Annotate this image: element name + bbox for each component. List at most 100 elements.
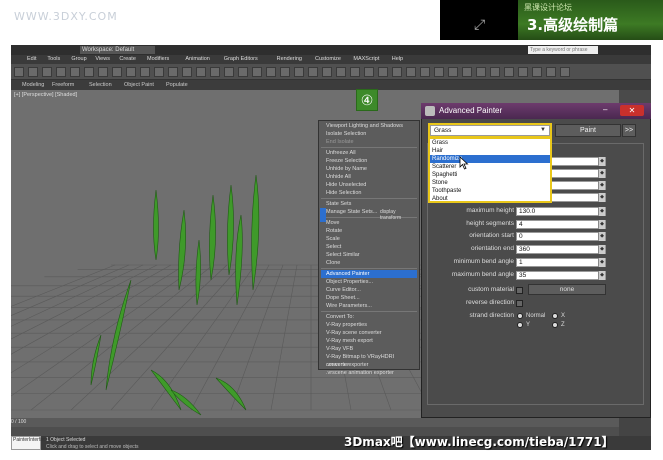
ribbon-tab-object-paint[interactable]: Object Paint	[124, 81, 154, 89]
toolbar-icon[interactable]	[420, 67, 430, 77]
toolbar-icon[interactable]	[434, 67, 444, 77]
spinner-arrows-icon[interactable]: ◆	[598, 270, 605, 280]
toolbar-icon[interactable]	[224, 67, 234, 77]
quad-item-advanced-painter[interactable]: Advanced Painter	[321, 270, 417, 278]
reverse-direction-checkbox[interactable]	[516, 300, 523, 307]
spinner-arrows-icon[interactable]: ◆	[598, 245, 605, 255]
toolbar-icon[interactable]	[392, 67, 402, 77]
toolbar-icon[interactable]	[406, 67, 416, 77]
quad-item-unhide-by-name[interactable]: Unhide by Name	[321, 165, 417, 173]
quad-item-object-properties[interactable]: Object Properties...	[321, 278, 417, 286]
menu-group[interactable]: Group	[71, 55, 86, 64]
spinner-arrows-icon[interactable]: ◆	[598, 219, 605, 229]
search-input[interactable]: Type a keyword or phrase	[528, 46, 598, 54]
quad-item-dope-sheet[interactable]: Dope Sheet...	[321, 294, 417, 302]
toolbar-icon[interactable]	[126, 67, 136, 77]
param-spinner[interactable]: 0	[516, 232, 606, 242]
param-spinner[interactable]: 4	[516, 219, 606, 229]
spinner-arrows-icon[interactable]: ◆	[598, 257, 605, 267]
toolbar-icon[interactable]	[448, 67, 458, 77]
radio-z[interactable]	[552, 322, 558, 328]
quad-item-v-ray-vfb[interactable]: V-Ray VFB	[321, 345, 417, 353]
toolbar-icon[interactable]	[476, 67, 486, 77]
menu-edit[interactable]: Edit	[27, 55, 36, 64]
toolbar-icon[interactable]	[252, 67, 262, 77]
menu-modifiers[interactable]: Modifiers	[147, 55, 169, 64]
quad-item-unhide-all[interactable]: Unhide All	[321, 173, 417, 181]
menu-views[interactable]: Views	[95, 55, 110, 64]
quad-item-scale[interactable]: Scale	[321, 235, 417, 243]
menu-graph-editors[interactable]: Graph Editors	[224, 55, 258, 64]
custom-material-checkbox[interactable]	[516, 287, 523, 294]
quad-item-viewport-lighting-and-shadows[interactable]: Viewport Lighting and Shadows	[321, 122, 417, 130]
toolbar-icon[interactable]	[336, 67, 346, 77]
quad-item-v-ray-mesh-export[interactable]: V-Ray mesh export	[321, 337, 417, 345]
toolbar-icon[interactable]	[266, 67, 276, 77]
brush-option-stone[interactable]: Stone	[430, 179, 550, 187]
toolbar-icon[interactable]	[238, 67, 248, 77]
toolbar-icon[interactable]	[322, 67, 332, 77]
menu-animation[interactable]: Animation	[185, 55, 209, 64]
toolbar-icon[interactable]	[504, 67, 514, 77]
toolbar-icon[interactable]	[546, 67, 556, 77]
maxscript-listener[interactable]: PainterInterfac	[11, 436, 46, 450]
quad-item--vrscene-animation-exporter[interactable]: .vrscene animation exporter	[321, 369, 417, 377]
ribbon-tab-populate[interactable]: Populate	[166, 81, 188, 89]
quad-item-freeze-selection[interactable]: Freeze Selection	[321, 157, 417, 165]
toolbar-icon[interactable]	[308, 67, 318, 77]
param-spinner[interactable]: 1	[516, 257, 606, 267]
material-button[interactable]: none	[528, 284, 606, 295]
viewport-label[interactable]: [+] [Perspective] [Shaded]	[14, 92, 77, 98]
quad-item-v-ray-bitmap-to-vrayhdri-converter[interactable]: V-Ray Bitmap to VRayHDRI converter	[321, 353, 417, 368]
toolbar-icon[interactable]	[462, 67, 472, 77]
toolbar-icon[interactable]	[210, 67, 220, 77]
ribbon-tab-freeform[interactable]: Freeform	[52, 81, 74, 89]
spinner-arrows-icon[interactable]: ◆	[598, 193, 605, 202]
quad-item-convert-to[interactable]: Convert To:	[321, 313, 417, 321]
toolbar-icon[interactable]	[42, 67, 52, 77]
radio-y[interactable]	[517, 322, 523, 328]
quad-item-v-ray-scene-converter[interactable]: V-Ray scene converter	[321, 329, 417, 337]
menu-help[interactable]: Help	[392, 55, 403, 64]
spinner-arrows-icon[interactable]: ◆	[598, 181, 605, 190]
quad-item-clone[interactable]: Clone	[321, 259, 417, 267]
brush-option-grass[interactable]: Grass	[430, 139, 550, 147]
spinner-arrows-icon[interactable]: ◆	[598, 232, 605, 242]
toolbar-icon[interactable]	[490, 67, 500, 77]
quad-item-state-sets[interactable]: State Sets	[321, 200, 417, 208]
quad-item-end-isolate[interactable]: End Isolate	[321, 138, 417, 146]
brush-option-hair[interactable]: Hair	[430, 147, 550, 155]
spinner-arrows-icon[interactable]: ◆	[598, 157, 605, 166]
minimize-icon[interactable]: –	[603, 105, 607, 114]
spinner-arrows-icon[interactable]: ◆	[598, 207, 605, 216]
toolbar-icon[interactable]	[112, 67, 122, 77]
more-button[interactable]: >>	[622, 124, 636, 137]
toolbar-icon[interactable]	[532, 67, 542, 77]
menu-maxscript[interactable]: MAXScript	[353, 55, 379, 64]
param-spinner[interactable]: 35	[516, 270, 606, 280]
time-slider[interactable]: 0 / 100	[11, 418, 619, 427]
quad-item--vrscene-exporter[interactable]: .vrscene exporter	[321, 361, 417, 369]
quad-item-unfreeze-all[interactable]: Unfreeze All	[321, 149, 417, 157]
toolbar-icon[interactable]	[294, 67, 304, 77]
quad-item-hide-selection[interactable]: Hide Selection	[321, 189, 417, 197]
toolbar-icon[interactable]	[70, 67, 80, 77]
toolbar-icon[interactable]	[560, 67, 570, 77]
brush-option-about[interactable]: About	[430, 195, 550, 203]
toolbar-icon[interactable]	[182, 67, 192, 77]
toolbar-icon[interactable]	[98, 67, 108, 77]
ribbon-tab-modeling[interactable]: Modeling	[22, 81, 44, 89]
window-title[interactable]: Advanced Painter	[421, 103, 651, 119]
quad-item-wire-parameters[interactable]: Wire Parameters...	[321, 302, 417, 310]
toolbar-icon[interactable]	[378, 67, 388, 77]
brush-option-spaghetti[interactable]: Spaghetti	[430, 171, 550, 179]
toolbar-icon[interactable]	[28, 67, 38, 77]
param-spinner[interactable]: 130.0	[516, 207, 606, 216]
brush-option-randomize[interactable]: Randomize	[430, 155, 550, 163]
brush-option-scatterer[interactable]: Scatterer	[430, 163, 550, 171]
quad-item-v-ray-properties[interactable]: V-Ray properties	[321, 321, 417, 329]
toolbar-icon[interactable]	[280, 67, 290, 77]
toolbar-icon[interactable]	[168, 67, 178, 77]
radio-normal[interactable]	[517, 313, 523, 319]
quad-item-rotate[interactable]: Rotate	[321, 227, 417, 235]
